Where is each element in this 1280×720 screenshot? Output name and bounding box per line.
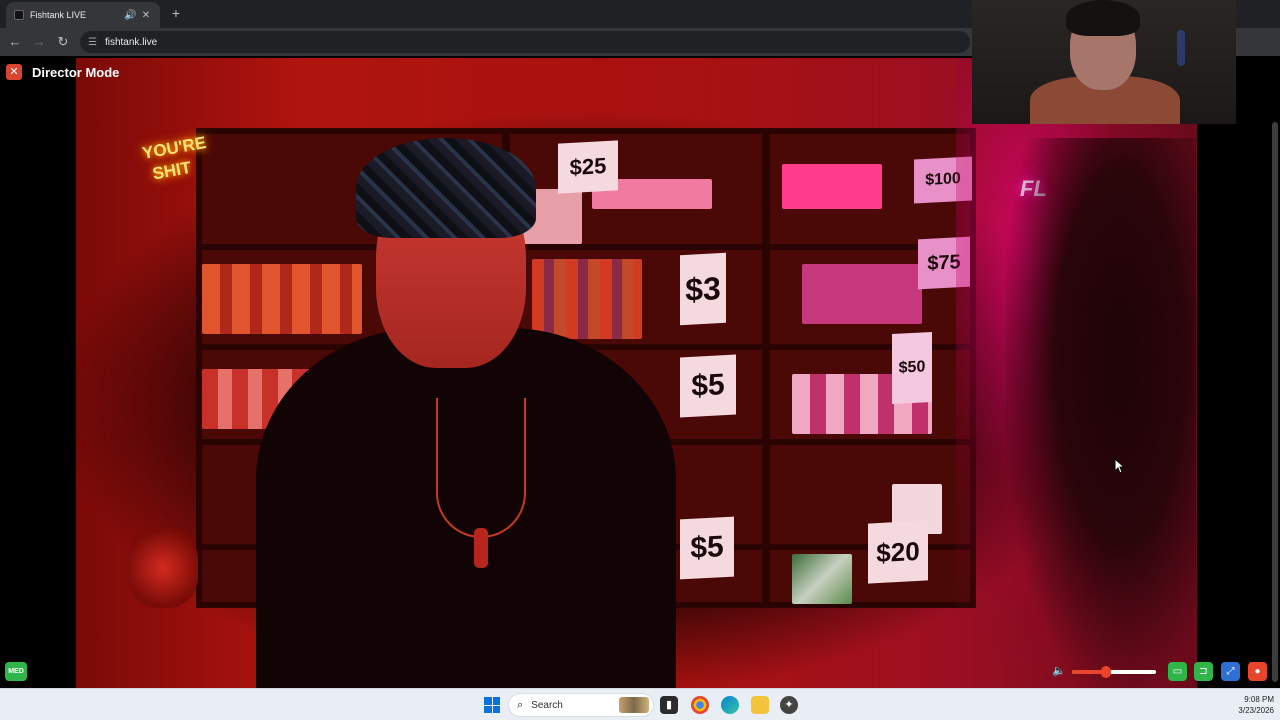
windows-taskbar: ⌕ Search ▮ ✦ 9:08 PM 3/23/2026 [0, 688, 1280, 720]
page-content: $25 $3 $5 $5 $20 $75 $100 $50 YOU'RE SHI… [0, 56, 1280, 688]
taskbar-search[interactable]: ⌕ Search [508, 693, 654, 717]
volume-icon[interactable]: 🔈 [1052, 664, 1066, 678]
system-clock[interactable]: 9:08 PM 3/23/2026 [1222, 694, 1274, 716]
new-tab-button[interactable]: + [168, 5, 184, 21]
close-director-button[interactable]: ✕ [6, 64, 22, 80]
live-video[interactable]: $25 $3 $5 $5 $20 $75 $100 $50 YOU'RE SHI… [76, 58, 1197, 688]
neon-sign-left: YOU'RE SHIT [140, 132, 208, 184]
url-text: fishtank.live [104, 36, 158, 48]
site-favicon-icon [14, 10, 24, 20]
forward-icon[interactable]: → [30, 33, 48, 51]
price-tag: $5 [680, 516, 734, 580]
volume-slider[interactable] [1072, 666, 1156, 678]
close-tab-icon[interactable]: ✕ [140, 10, 152, 21]
record-icon[interactable]: ● [1248, 662, 1267, 681]
webcam-hair [1066, 0, 1140, 36]
clock-date: 3/23/2026 [1238, 706, 1274, 715]
price-tag: $20 [868, 520, 928, 584]
volume-knob[interactable] [1100, 666, 1111, 678]
windows-start-icon[interactable] [484, 697, 500, 713]
cast-icon[interactable]: ⊐ [1194, 662, 1213, 681]
fullscreen-icon[interactable]: ⤢ [1221, 662, 1240, 681]
shelf-divider [762, 134, 770, 602]
pendant [474, 528, 488, 568]
task-view-icon[interactable]: ▮ [660, 696, 678, 714]
reload-icon[interactable]: ↻ [54, 33, 72, 51]
browser-tab[interactable]: Fishtank LIVE 🔊 ✕ [6, 2, 160, 28]
person-hat [356, 138, 536, 238]
app-icon[interactable]: ✦ [780, 696, 798, 714]
site-settings-icon[interactable]: ☰ [88, 37, 97, 48]
address-bar[interactable]: ☰ fishtank.live [80, 31, 970, 53]
director-mode-header: ✕ Director Mode [6, 64, 119, 80]
tab-title: Fishtank LIVE [30, 10, 87, 20]
price-tag: $50 [892, 331, 932, 405]
search-label: Search [531, 699, 563, 711]
side-person [1006, 138, 1196, 688]
webcam-overlay [972, 0, 1236, 124]
product [792, 554, 852, 604]
back-icon[interactable]: ← [6, 33, 24, 51]
edge-icon[interactable] [721, 696, 739, 714]
figurine [128, 528, 198, 608]
file-explorer-icon[interactable] [751, 696, 769, 714]
picture-in-picture-icon[interactable]: ▭ [1168, 662, 1187, 681]
streamer-person [256, 138, 676, 688]
price-tag: $5 [680, 354, 736, 418]
chrome-icon[interactable] [691, 696, 709, 714]
search-icon: ⌕ [517, 698, 524, 711]
med-quality-badge[interactable]: MED [5, 662, 27, 681]
product [802, 264, 922, 324]
director-mode-label: Director Mode [32, 64, 120, 80]
necklace [436, 398, 526, 538]
search-highlight-image [619, 697, 649, 713]
page-scrollbar[interactable] [1272, 122, 1278, 682]
speaker-icon[interactable]: 🔊 [124, 10, 136, 21]
product [782, 164, 882, 209]
headset-icon [1177, 30, 1185, 66]
price-tag: $3 [680, 252, 726, 326]
clock-time: 9:08 PM [1244, 695, 1274, 704]
